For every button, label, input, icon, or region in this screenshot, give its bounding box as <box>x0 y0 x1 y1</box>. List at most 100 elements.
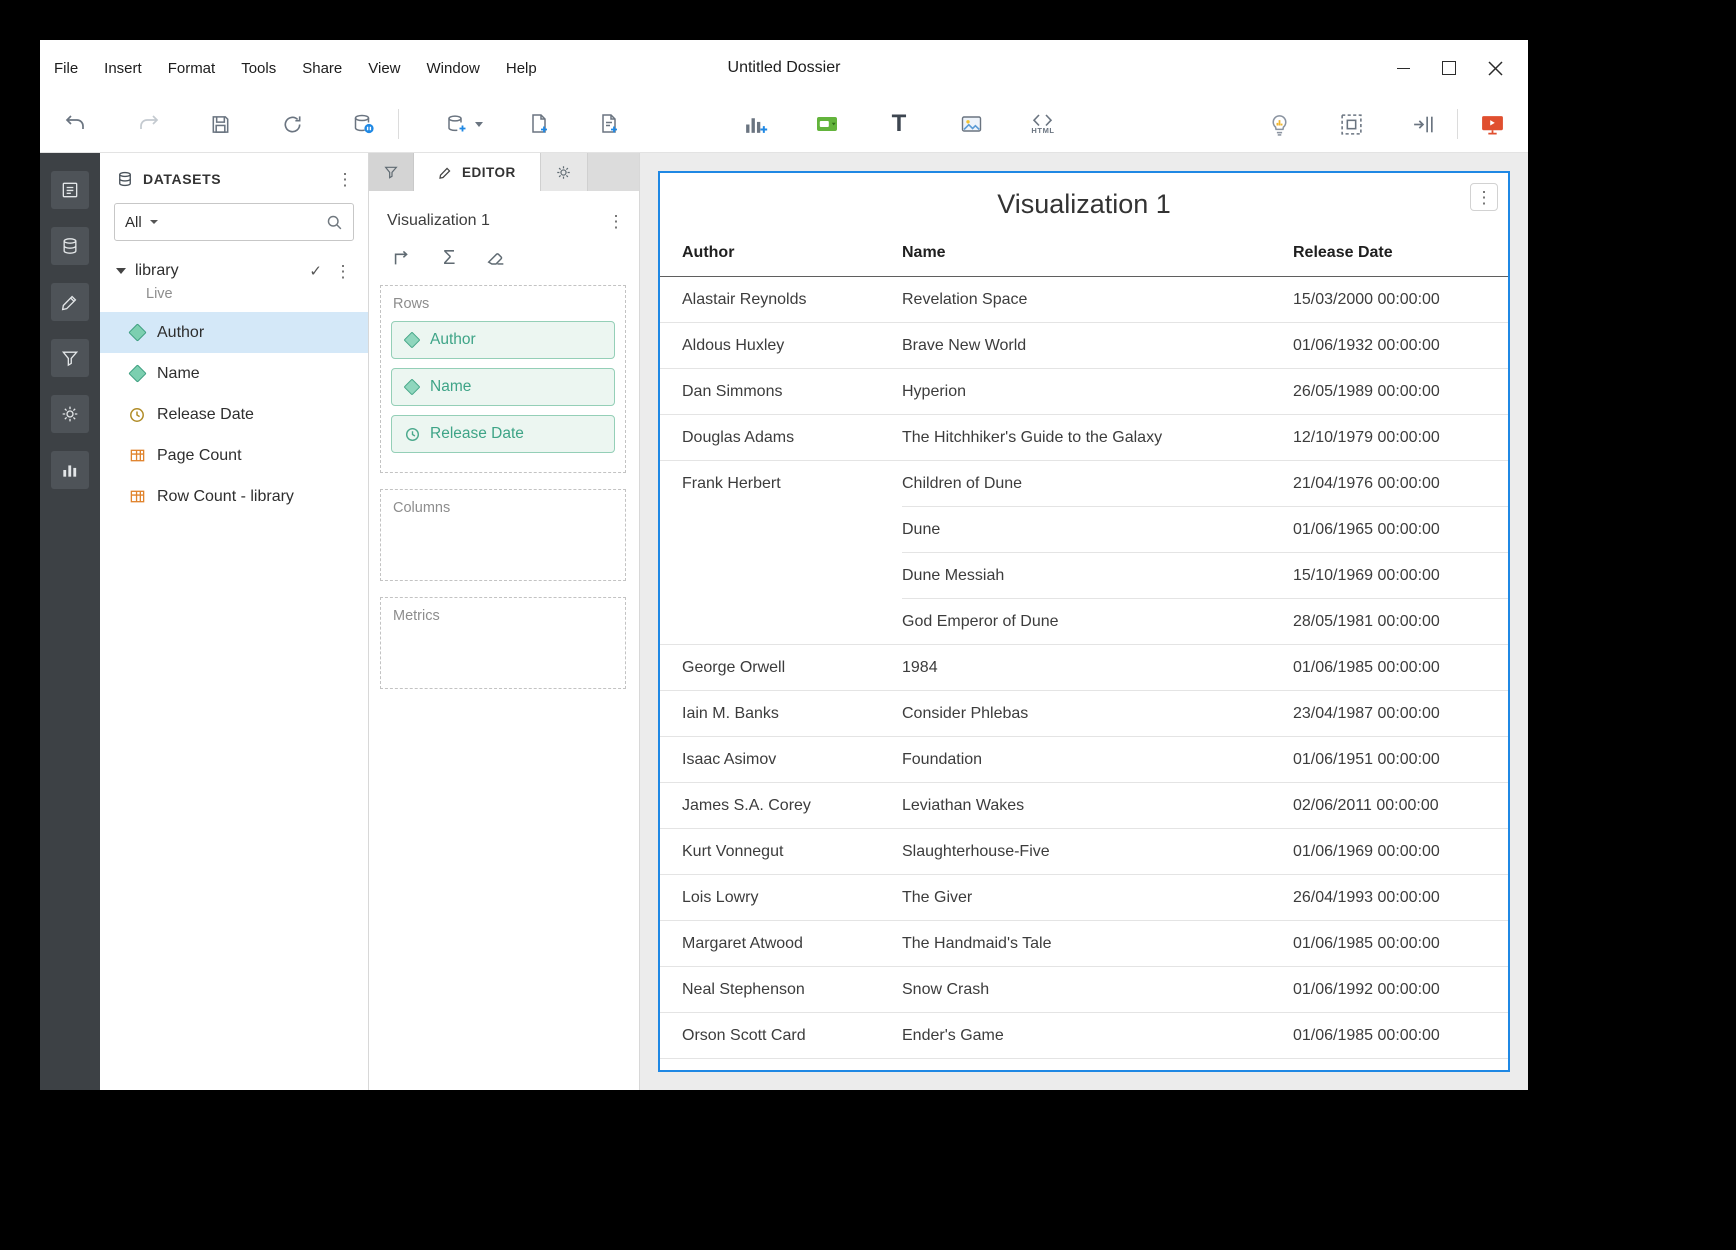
menu-item[interactable]: File <box>54 60 78 77</box>
table-row[interactable]: George Orwell 1984 01/06/1985 00:00:00 <box>660 645 1508 691</box>
panel-toggle-icon[interactable] <box>1409 108 1437 140</box>
cell-author[interactable]: Lois Lowry <box>660 875 902 921</box>
menu-item[interactable]: Window <box>427 60 480 77</box>
cell-author[interactable]: Peter F. Hamilton <box>660 1059 902 1073</box>
cell-date[interactable]: 23/04/1987 00:00:00 <box>1293 691 1508 737</box>
table-row[interactable]: Dune 01/06/1965 00:00:00 <box>660 507 1508 553</box>
cell-name[interactable]: Ender's Game <box>902 1013 1293 1059</box>
menu-item[interactable]: Insert <box>104 60 142 77</box>
add-chapter-icon[interactable] <box>595 108 623 140</box>
tab-editor[interactable]: EDITOR <box>414 153 540 191</box>
cell-date[interactable]: 01/06/1951 00:00:00 <box>1293 737 1508 783</box>
cell-author[interactable]: Dan Simmons <box>660 369 902 415</box>
cell-name[interactable]: Leviathan Wakes <box>902 783 1293 829</box>
add-page-icon[interactable] <box>525 108 553 140</box>
cell-name[interactable]: Dune Messiah <box>902 553 1293 599</box>
column-header[interactable]: Release Date <box>1293 232 1508 277</box>
cell-author[interactable]: Neal Stephenson <box>660 967 902 1013</box>
dataset-search[interactable]: All <box>114 203 354 241</box>
cell-author[interactable]: George Orwell <box>660 645 902 691</box>
cell-name[interactable]: Consider Phlebas <box>902 691 1293 737</box>
search-icon[interactable] <box>326 214 343 231</box>
presentation-icon[interactable] <box>1478 108 1506 140</box>
dataset-field[interactable]: Name <box>100 353 368 394</box>
cell-date[interactable]: 12/10/1979 00:00:00 <box>1293 415 1508 461</box>
cell-author[interactable]: Isaac Asimov <box>660 737 902 783</box>
redo-icon[interactable] <box>134 108 162 140</box>
cell-author[interactable]: Alastair Reynolds <box>660 277 902 323</box>
refresh-icon[interactable] <box>278 108 306 140</box>
add-text-icon[interactable]: T <box>885 108 913 140</box>
cell-author[interactable] <box>660 553 902 599</box>
cell-author[interactable] <box>660 507 902 553</box>
menu-item[interactable]: Tools <box>241 60 276 77</box>
cell-name[interactable]: Children of Dune <box>902 461 1293 507</box>
add-selector-icon[interactable] <box>813 108 841 140</box>
cell-name[interactable]: 1984 <box>902 645 1293 691</box>
dataset-kebab-icon[interactable] <box>334 261 352 281</box>
visualizations-icon[interactable] <box>51 451 89 489</box>
dataset-field[interactable]: Author <box>100 312 368 353</box>
undo-icon[interactable] <box>62 108 90 140</box>
columns-dropzone[interactable]: Columns <box>380 489 626 581</box>
add-visualization-icon[interactable] <box>741 108 769 140</box>
table-row[interactable]: Lois Lowry The Giver 26/04/1993 00:00:00 <box>660 875 1508 921</box>
cell-author[interactable]: James S.A. Corey <box>660 783 902 829</box>
table-row[interactable]: Isaac Asimov Foundation 01/06/1951 00:00… <box>660 737 1508 783</box>
menu-item[interactable]: View <box>368 60 400 77</box>
table-row[interactable]: Dan Simmons Hyperion 26/05/1989 00:00:00 <box>660 369 1508 415</box>
cell-date[interactable]: 02/06/2011 00:00:00 <box>1293 783 1508 829</box>
cell-date[interactable]: 26/05/1989 00:00:00 <box>1293 369 1508 415</box>
cell-author[interactable]: Aldous Huxley <box>660 323 902 369</box>
cell-author[interactable] <box>660 599 902 645</box>
cell-author[interactable]: Frank Herbert <box>660 461 902 507</box>
cell-date[interactable]: 01/06/1965 00:00:00 <box>1293 507 1508 553</box>
close-icon[interactable] <box>1482 55 1508 81</box>
dataset-field[interactable]: Row Count - library <box>100 476 368 517</box>
cell-date[interactable]: 01/06/1985 00:00:00 <box>1293 1013 1508 1059</box>
table-row[interactable]: God Emperor of Dune 28/05/1981 00:00:00 <box>660 599 1508 645</box>
cell-date[interactable]: 28/05/1981 00:00:00 <box>1293 599 1508 645</box>
cell-date[interactable]: 01/06/1932 00:00:00 <box>1293 323 1508 369</box>
dataset-filter-value[interactable]: All <box>125 214 142 231</box>
cell-name[interactable]: Pandora's Star <box>902 1059 1293 1073</box>
cell-author[interactable]: Orson Scott Card <box>660 1013 902 1059</box>
menu-item[interactable]: Format <box>168 60 216 77</box>
tab-settings[interactable] <box>540 153 588 191</box>
dataset-field[interactable]: Release Date <box>100 394 368 435</box>
visualization-kebab-icon[interactable] <box>607 211 625 231</box>
table-row[interactable]: Neal Stephenson Snow Crash 01/06/1992 00… <box>660 967 1508 1013</box>
dropzone-chip[interactable]: Name <box>391 368 615 406</box>
editor-icon[interactable] <box>51 283 89 321</box>
dropzone-chip[interactable]: Release Date <box>391 415 615 453</box>
cell-date[interactable]: 02/03/2004 00:00:00 <box>1293 1059 1508 1073</box>
save-icon[interactable] <box>206 108 234 140</box>
table-row[interactable]: James S.A. Corey Leviathan Wakes 02/06/2… <box>660 783 1508 829</box>
dropzone-chip[interactable]: Author <box>391 321 615 359</box>
layout-icon[interactable] <box>1337 108 1365 140</box>
add-data-icon[interactable] <box>445 108 483 140</box>
cell-name[interactable]: Slaughterhouse-Five <box>902 829 1293 875</box>
cell-name[interactable]: The Handmaid's Tale <box>902 921 1293 967</box>
table-row[interactable]: Peter F. Hamilton Pandora's Star 02/03/2… <box>660 1059 1508 1073</box>
cell-name[interactable]: Foundation <box>902 737 1293 783</box>
visualization-card[interactable]: Visualization 1 AuthorNameRelease Date A… <box>658 171 1510 1072</box>
dossier-canvas[interactable]: Visualization 1 AuthorNameRelease Date A… <box>640 153 1528 1090</box>
eraser-icon[interactable] <box>485 247 507 269</box>
table-row[interactable]: Douglas Adams The Hitchhiker's Guide to … <box>660 415 1508 461</box>
rows-dropzone[interactable]: Rows Author Name Release Date <box>380 285 626 473</box>
cell-author[interactable]: Douglas Adams <box>660 415 902 461</box>
cell-date[interactable]: 15/10/1969 00:00:00 <box>1293 553 1508 599</box>
menu-item[interactable]: Help <box>506 60 537 77</box>
table-row[interactable]: Dune Messiah 15/10/1969 00:00:00 <box>660 553 1508 599</box>
settings-icon[interactable] <box>51 395 89 433</box>
insights-icon[interactable] <box>1265 108 1293 140</box>
cell-date[interactable]: 01/06/1992 00:00:00 <box>1293 967 1508 1013</box>
table-row[interactable]: Aldous Huxley Brave New World 01/06/1932… <box>660 323 1508 369</box>
datasets-kebab-icon[interactable] <box>336 169 354 189</box>
dataset-field[interactable]: Page Count <box>100 435 368 476</box>
table-row[interactable]: Margaret Atwood The Handmaid's Tale 01/0… <box>660 921 1508 967</box>
maximize-icon[interactable] <box>1436 55 1462 81</box>
table-row[interactable]: Kurt Vonnegut Slaughterhouse-Five 01/06/… <box>660 829 1508 875</box>
cell-author[interactable]: Kurt Vonnegut <box>660 829 902 875</box>
